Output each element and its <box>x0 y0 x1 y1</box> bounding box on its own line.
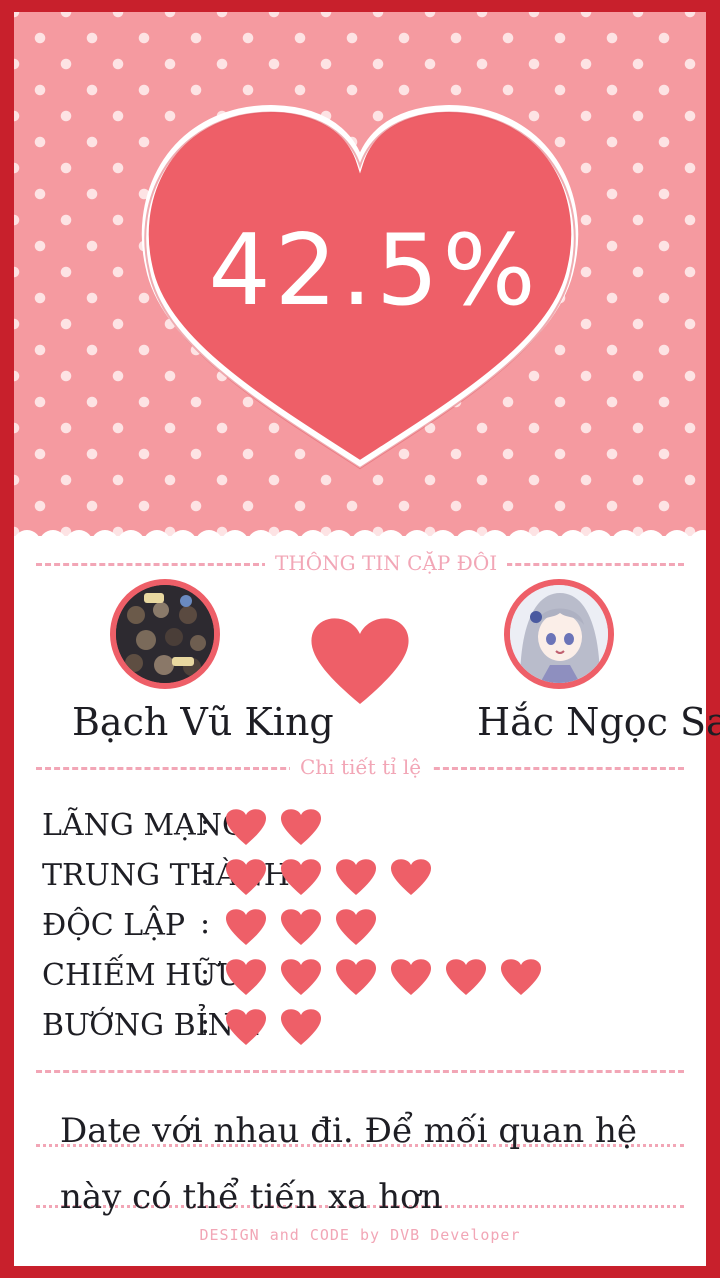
heart-icon <box>390 859 432 895</box>
stat-colon: : <box>200 856 211 891</box>
polka-dot-banner: 42.5% <box>14 12 706 542</box>
heart-icon <box>280 859 322 895</box>
heart-icon <box>225 909 267 945</box>
stat-colon: : <box>200 906 211 941</box>
crowd-photo-icon <box>116 585 214 683</box>
heart-icon <box>225 1009 267 1045</box>
heart-icon <box>335 859 377 895</box>
name-right: Hắc Ngọc Sa <box>477 700 720 744</box>
center-heart-icon <box>311 618 409 704</box>
heart-icon <box>225 809 267 845</box>
avatar-right[interactable] <box>504 579 614 689</box>
stat-label: BƯỚNG BỈNH <box>42 1008 260 1043</box>
dashed-divider <box>36 1070 684 1073</box>
stat-colon: : <box>200 956 211 991</box>
heart-icon <box>225 859 267 895</box>
section-title-couple-info: THÔNG TIN CẶP ĐÔI <box>265 549 508 577</box>
name-left: Bạch Vũ King <box>72 700 334 744</box>
heart-icon <box>390 959 432 995</box>
heart-icon <box>335 909 377 945</box>
stat-label: LÃNG MẠNG <box>42 808 246 843</box>
avatar-left[interactable] <box>110 579 220 689</box>
heart-icon <box>280 909 322 945</box>
stat-label: TRUNG THÀNH <box>42 858 290 893</box>
credit-text: DESIGN and CODE by DVB Developer <box>199 1226 521 1244</box>
section-title-ratio-details: Chi tiết tỉ lệ <box>290 753 432 781</box>
stat-colon: : <box>200 806 211 841</box>
stat-colon: : <box>200 1006 211 1041</box>
heart-icon <box>335 959 377 995</box>
heart-icon <box>280 959 322 995</box>
heart-icon <box>225 959 267 995</box>
heart-icon <box>500 959 542 995</box>
stat-label: ĐỘC LẬP <box>42 908 186 943</box>
heart-icon <box>280 809 322 845</box>
message-text: Date với nhau đi. Để mối quan hệ này có … <box>60 1111 638 1217</box>
stat-label: CHIẾM HỮU <box>42 958 242 993</box>
match-percent: 42.5% <box>208 214 540 328</box>
heart-icon <box>445 959 487 995</box>
heart-icon <box>280 1009 322 1045</box>
anime-girl-photo-icon <box>510 585 608 683</box>
